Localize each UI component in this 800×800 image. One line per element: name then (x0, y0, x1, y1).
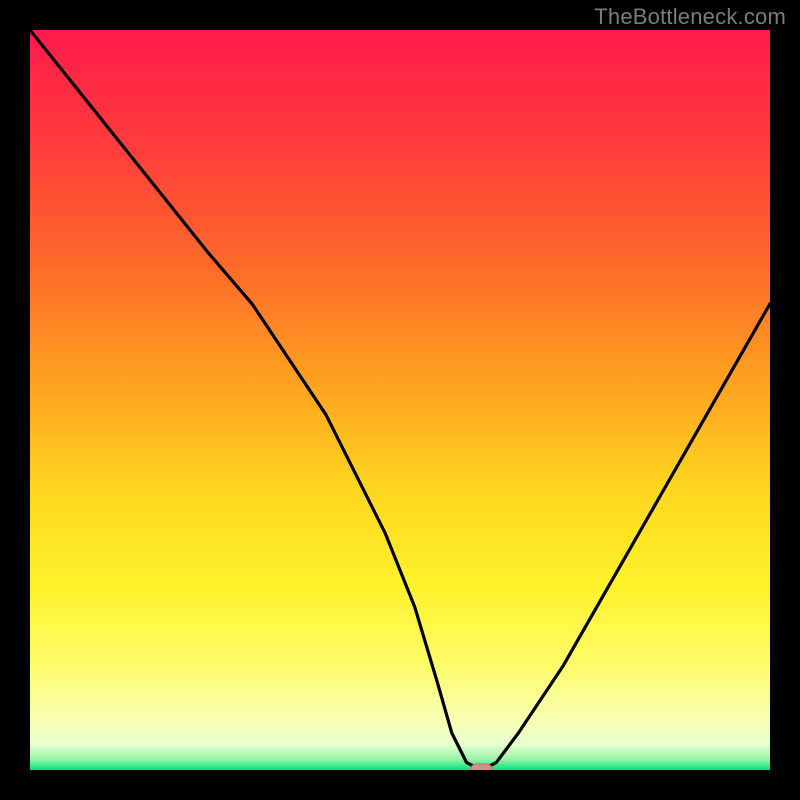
chart-background-gradient (30, 30, 770, 770)
chart-frame: TheBottleneck.com (0, 0, 800, 800)
optimal-point-marker (470, 764, 492, 770)
chart-svg (30, 30, 770, 770)
attribution-text: TheBottleneck.com (594, 4, 786, 30)
chart-plot-area (30, 30, 770, 770)
